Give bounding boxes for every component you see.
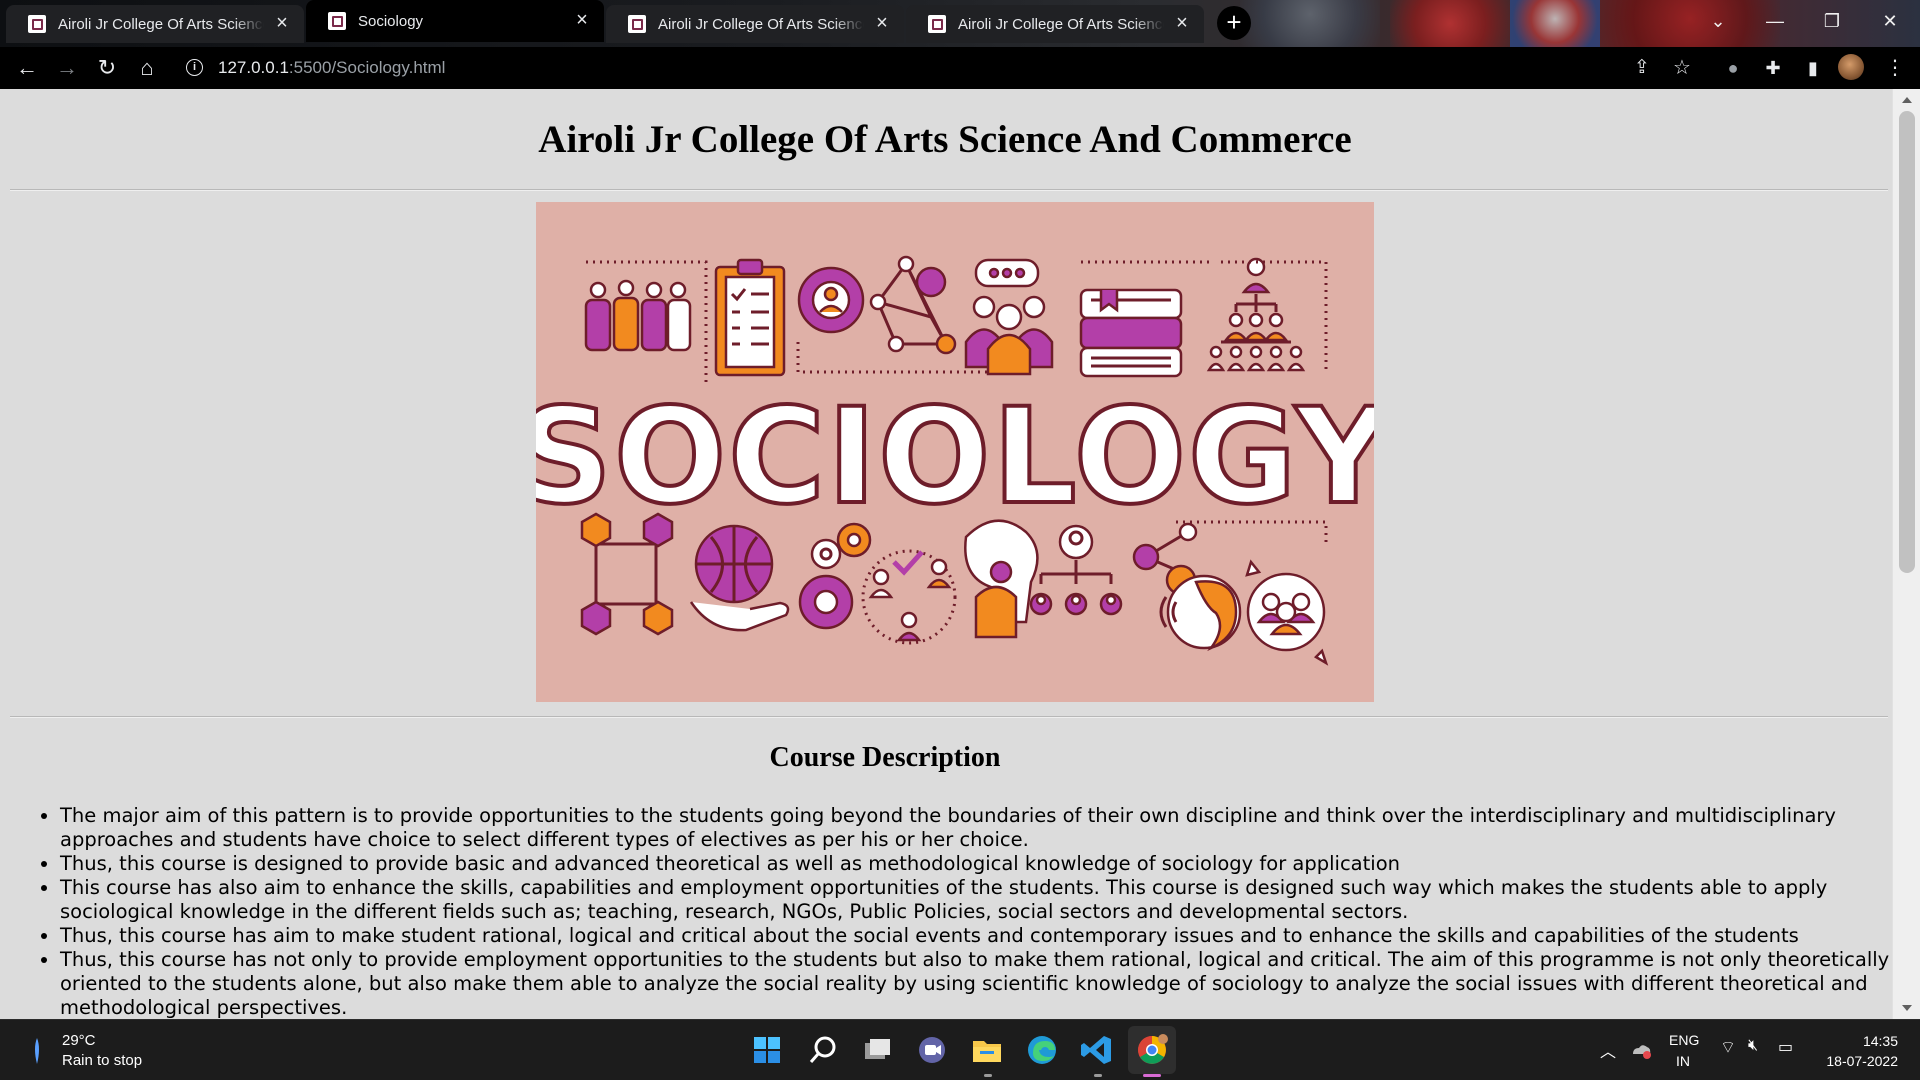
bookmark-star-icon[interactable]: ☆	[1667, 53, 1697, 83]
address-bar[interactable]: 127.0.0.1:5500/Sociology.html	[218, 53, 1718, 83]
collaboration-check-icon	[861, 549, 957, 645]
back-icon[interactable]: ←	[12, 53, 42, 83]
start-icon[interactable]	[748, 1031, 786, 1069]
wifi-icon[interactable]: ⌔	[1720, 1037, 1736, 1058]
side-panel-icon[interactable]: ▮	[1798, 53, 1828, 83]
new-tab-button[interactable]: +	[1217, 6, 1251, 40]
volume-muted-icon[interactable]: 🔇︎	[1748, 1037, 1758, 1055]
tab-title: Sociology	[358, 12, 424, 30]
network-nodes-icon	[869, 255, 957, 355]
sociology-illustration: .o { stroke:#6e1d2a; stroke-width:3; fil…	[536, 255, 1374, 666]
site-favicon-icon	[28, 15, 46, 33]
page-title: Airoli Jr College Of Arts Science And Co…	[538, 118, 1352, 161]
windows-taskbar: 29°C Rain to stop ︿ ENG IN ⌔ 🔇︎ ▭ 14:35 …	[0, 1019, 1920, 1080]
clock-time[interactable]: 14:35	[1858, 1033, 1898, 1049]
chrome-icon[interactable]	[1133, 1031, 1171, 1069]
rain-weather-icon[interactable]	[32, 1036, 42, 1066]
reload-icon[interactable]: ↻	[92, 53, 122, 83]
weather-temperature[interactable]: 29°C	[62, 1032, 96, 1049]
restore-icon[interactable]: ❐	[1812, 4, 1852, 38]
divider	[10, 716, 1888, 718]
people-group-icon	[584, 279, 692, 352]
wallpaper-art	[1600, 0, 1780, 47]
close-tab-icon[interactable]: ×	[272, 13, 292, 34]
scroll-up-icon[interactable]	[1902, 97, 1912, 103]
vertical-scrollbar[interactable]	[1892, 89, 1920, 1019]
url-path: :5500/Sociology.html	[288, 58, 446, 77]
running-indicator	[1094, 1074, 1102, 1077]
hierarchy-icon	[1206, 257, 1306, 372]
site-favicon-icon	[628, 15, 646, 33]
list-item: This course has also aim to enhance the …	[60, 876, 1890, 924]
task-view-icon[interactable]	[858, 1031, 896, 1069]
clock-date[interactable]: 18-07-2022	[1818, 1053, 1898, 1069]
search-icon[interactable]	[804, 1031, 842, 1069]
browser-tab-active[interactable]: Sociology ×	[306, 0, 604, 42]
home-icon[interactable]: ⌂	[132, 53, 162, 83]
idea-head-icon	[964, 519, 1039, 639]
minimize-icon[interactable]: —	[1755, 4, 1795, 38]
file-explorer-icon[interactable]	[968, 1031, 1006, 1069]
globe-hand-icon	[689, 524, 790, 632]
course-description-list: The major aim of this pattern is to prov…	[60, 804, 1890, 1019]
scrollbar-thumb[interactable]	[1899, 111, 1915, 573]
chevron-up-icon[interactable]: ︿	[1600, 1038, 1616, 1062]
profile-avatar[interactable]	[1838, 54, 1864, 80]
vscode-icon[interactable]	[1078, 1031, 1116, 1069]
list-item: The major aim of this pattern is to prov…	[60, 804, 1890, 852]
discussion-group-icon	[964, 258, 1054, 376]
gears-icon	[798, 522, 872, 630]
list-item: Thus, this course has not only to provid…	[60, 948, 1890, 1019]
browser-tab[interactable]: Airoli Jr College Of Arts Science And Co…	[906, 5, 1204, 43]
tab-title: Airoli Jr College Of Arts Science And Co…	[58, 15, 264, 33]
extensions-puzzle-icon[interactable]: ✚	[1758, 53, 1788, 83]
tab-title: Airoli Jr College Of Arts Science And Co…	[658, 15, 864, 33]
list-item: Thus, this course has aim to make studen…	[60, 924, 1890, 948]
sociology-banner-image: .o { stroke:#6e1d2a; stroke-width:3; fil…	[536, 202, 1374, 702]
language-line2[interactable]: IN	[1676, 1053, 1690, 1069]
share-icon[interactable]: ⇪	[1627, 53, 1657, 83]
page-viewport: Airoli Jr College Of Arts Science And Co…	[0, 89, 1920, 1019]
close-tab-icon[interactable]: ×	[572, 10, 592, 31]
chat-icon[interactable]	[913, 1031, 951, 1069]
browser-tab[interactable]: Airoli Jr College Of Arts Science And Co…	[6, 5, 304, 43]
running-indicator	[984, 1074, 992, 1077]
url-host: 127.0.0.1	[218, 58, 289, 77]
close-window-icon[interactable]: ✕	[1870, 4, 1910, 38]
books-icon	[1079, 288, 1183, 378]
list-item: Thus, this course is designed to provide…	[60, 852, 1890, 876]
sociology-word: SOCIOLOGY	[536, 380, 1374, 534]
forward-icon[interactable]: →	[52, 53, 82, 83]
course-description-heading: Course Description	[769, 742, 1001, 773]
weather-description[interactable]: Rain to stop	[62, 1052, 142, 1069]
site-favicon-icon	[928, 15, 946, 33]
team-circle-icon	[1245, 559, 1329, 666]
wallpaper-art	[1240, 0, 1380, 47]
active-indicator	[1143, 1074, 1161, 1077]
edge-icon[interactable]	[1023, 1031, 1061, 1069]
extension-icon[interactable]: ●	[1718, 53, 1748, 83]
menu-kebab-icon[interactable]: ⋮	[1880, 53, 1910, 83]
tab-search-icon[interactable]: ⌄	[1698, 4, 1738, 38]
battery-icon[interactable]: ▭	[1778, 1037, 1793, 1057]
organization-chart-icon	[1029, 524, 1123, 616]
gear-person-icon	[797, 266, 865, 334]
site-favicon-icon	[328, 12, 346, 30]
wallpaper-art	[1390, 0, 1510, 47]
close-tab-icon[interactable]: ×	[872, 13, 892, 34]
language-line1[interactable]: ENG	[1669, 1032, 1699, 1048]
wallpaper-art	[1510, 0, 1600, 47]
onedrive-offline-icon[interactable]	[1630, 1040, 1652, 1060]
browser-tab-strip: Airoli Jr College Of Arts Science And Co…	[0, 0, 1920, 47]
checklist-icon	[714, 258, 786, 377]
site-info-icon[interactable]: i	[186, 59, 203, 76]
scroll-down-icon[interactable]	[1902, 1005, 1912, 1011]
divider	[10, 189, 1888, 191]
tab-title: Airoli Jr College Of Arts Science And Co…	[958, 15, 1164, 33]
close-tab-icon[interactable]: ×	[1172, 13, 1192, 34]
browser-tab[interactable]: Airoli Jr College Of Arts Science And Co…	[606, 5, 904, 43]
